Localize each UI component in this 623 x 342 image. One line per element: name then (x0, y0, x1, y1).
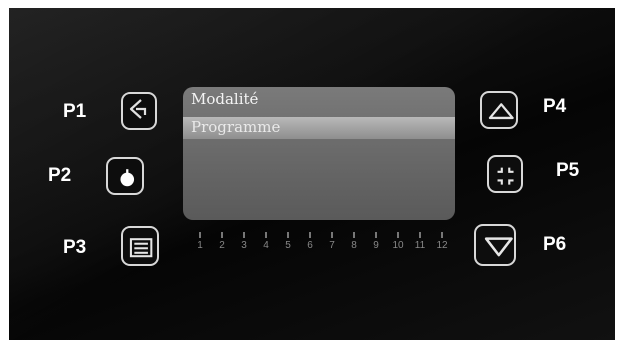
label-p5: P5 (556, 160, 580, 181)
p3-menu-button[interactable] (121, 226, 159, 266)
scale-tick (287, 232, 289, 238)
scale-number: 3 (241, 240, 247, 251)
scale-tick (441, 232, 443, 238)
label-p6: P6 (543, 234, 567, 255)
scale-number: 2 (219, 240, 225, 251)
scale-tick (265, 232, 267, 238)
scale-number: 1 (197, 240, 203, 251)
level-scale: 1 2 3 4 5 6 7 8 9 10 11 12 (190, 232, 452, 252)
scale-tick (309, 232, 311, 238)
scale-number: 4 (263, 240, 269, 251)
scale-number: 10 (392, 240, 404, 251)
back-arrow-icon (129, 99, 147, 119)
lcd-screen: Modalité Programme (183, 87, 455, 220)
scale-number: 9 (373, 240, 379, 251)
scale-number: 5 (285, 240, 291, 251)
p4-up-button[interactable] (480, 91, 518, 129)
scale-number: 12 (436, 240, 448, 251)
p1-back-button[interactable] (121, 92, 157, 130)
scale-tick (375, 232, 377, 238)
menu-item-selected[interactable]: Programme (183, 117, 455, 139)
p6-down-button[interactable] (474, 224, 516, 266)
scale-tick (243, 232, 245, 238)
p2-power-button[interactable] (106, 157, 144, 195)
power-icon (120, 169, 135, 187)
scale-number: 11 (414, 240, 426, 251)
up-triangle-icon (488, 103, 514, 120)
scale-tick (419, 232, 421, 238)
menu-list-icon (129, 238, 153, 258)
scale-tick (397, 232, 399, 238)
fullscreen-corners-icon (497, 167, 514, 185)
scale-number: 7 (329, 240, 335, 251)
label-p2: P2 (48, 165, 72, 186)
scale-tick (221, 232, 223, 238)
scale-tick (331, 232, 333, 238)
label-p4: P4 (543, 96, 567, 117)
p5-fullscreen-button[interactable] (487, 155, 523, 193)
scale-number: 8 (351, 240, 357, 251)
down-triangle-icon (484, 237, 513, 257)
scale-number: 6 (307, 240, 313, 251)
label-p1: P1 (63, 101, 87, 122)
scale-tick (199, 232, 201, 238)
label-p3: P3 (63, 237, 87, 258)
screen-title: Modalité (191, 90, 259, 108)
scale-tick (353, 232, 355, 238)
menu-item-label: Programme (191, 118, 281, 136)
